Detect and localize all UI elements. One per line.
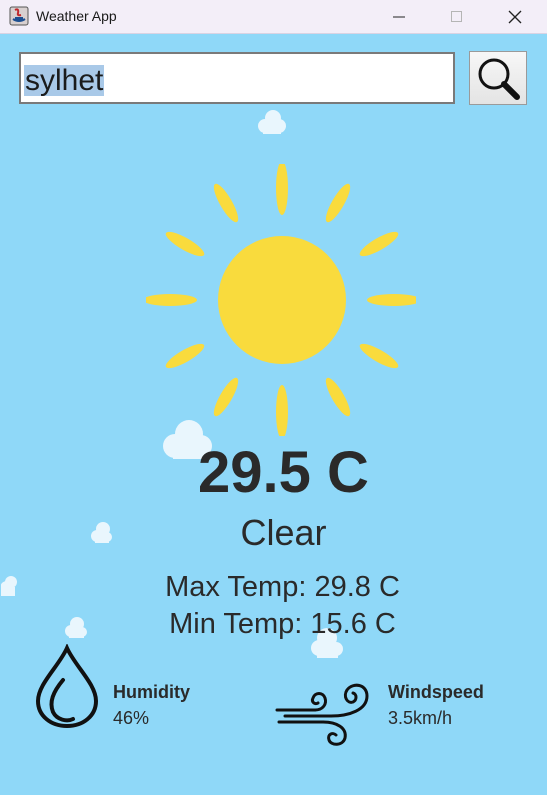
search-input[interactable]: sylhet [19,52,455,104]
close-button[interactable] [486,0,544,33]
humidity-value: 46% [113,708,150,728]
windspeed-value: 3.5km/h [388,708,453,728]
search-button[interactable] [469,51,527,105]
weather-panel: sylhet 29.5 C Clear Max Temp: 29.8 C Min… [1,34,546,794]
temperature-value: 29.5 C [198,440,369,505]
background-cloud-icon [258,110,286,134]
maximize-icon [451,11,462,22]
max-temperature: Max Temp: 29.8 C [165,571,400,603]
minimize-button[interactable] [370,0,428,33]
sun-icon [146,164,416,436]
maximize-button[interactable] [428,0,486,33]
window-title-bar: Weather App [0,0,547,34]
search-input-value: sylhet [24,64,105,97]
search-icon [478,58,520,100]
weather-condition: Clear [240,512,327,553]
java-app-icon [9,6,29,26]
window-title: Weather App [36,8,117,24]
wind-icon [275,683,369,746]
windspeed-label: Windspeed [388,682,484,702]
humidity-drop-icon [35,644,99,729]
minimize-icon [393,16,405,18]
min-temperature: Min Temp: 15.6 C [169,608,396,640]
humidity-label: Humidity [113,682,191,702]
close-icon [508,10,522,24]
